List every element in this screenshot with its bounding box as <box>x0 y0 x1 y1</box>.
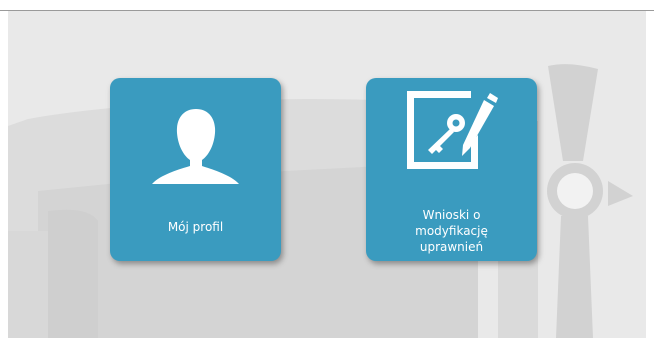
permission-requests-tile[interactable]: Wnioski o modyfikację uprawnień <box>366 78 537 261</box>
background-illustration <box>8 64 633 338</box>
content-panel <box>8 11 654 338</box>
dashboard-page: Mój profil Wnioski o modyfikację uprawni… <box>0 0 654 338</box>
key-pen-document-icon <box>407 91 498 169</box>
permission-requests-label: Wnioski o modyfikację uprawnień <box>415 208 488 254</box>
my-profile-tile[interactable]: Mój profil <box>110 78 281 261</box>
user-icon <box>152 109 239 184</box>
my-profile-label: Mój profil <box>167 220 224 234</box>
right-margin <box>646 11 654 338</box>
